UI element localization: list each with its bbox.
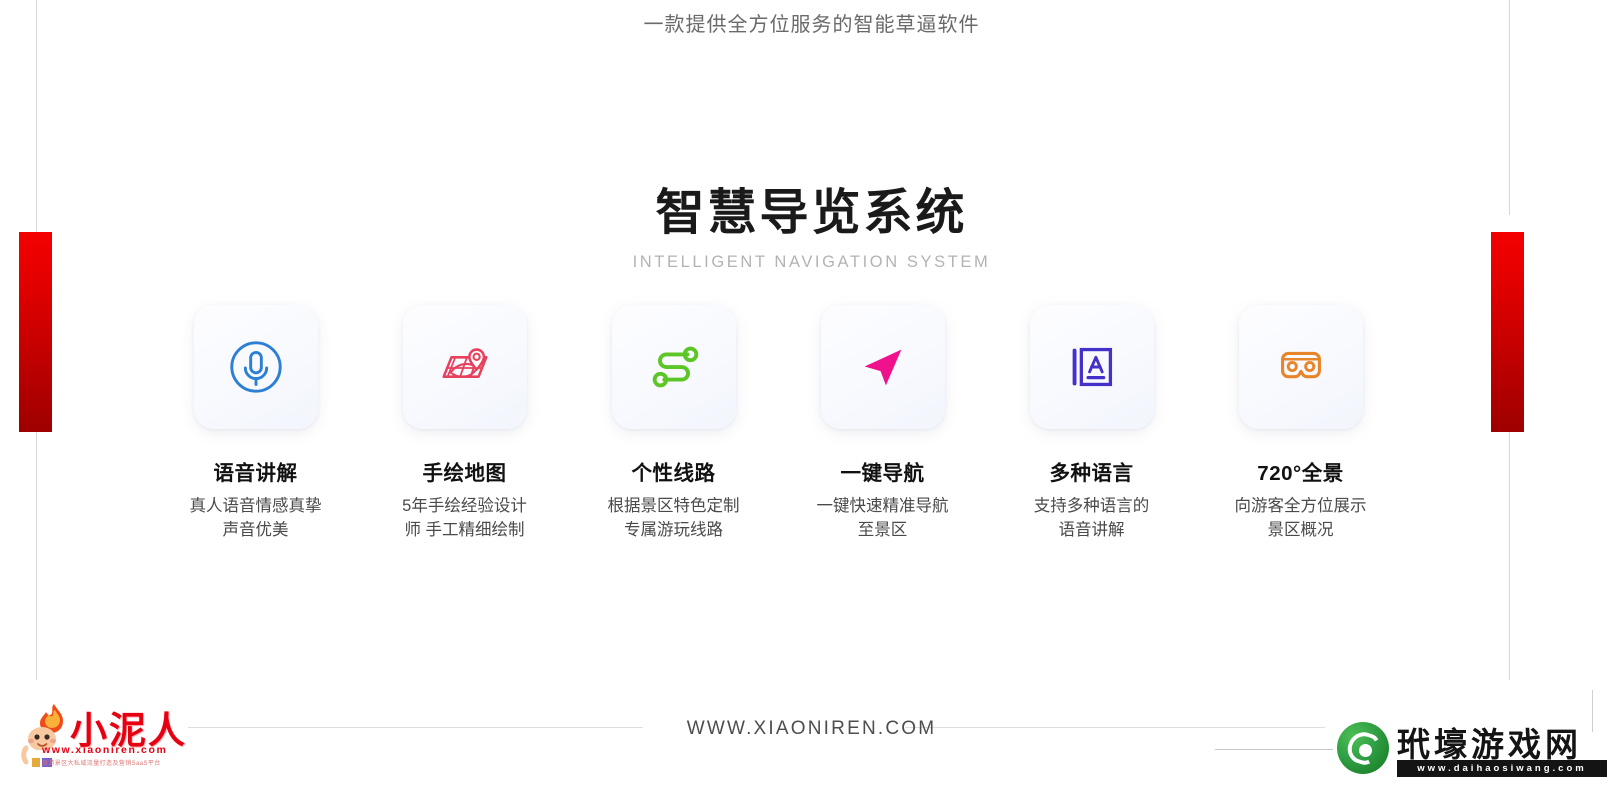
page-subtitle: INTELLIGENT NAVIGATION SYSTEM [632,253,991,272]
icon-card[interactable] [611,305,736,429]
microphone-icon [229,341,282,393]
feature-title: 手绘地图 [422,462,507,485]
feature-item-hand-drawn-map[interactable]: 手绘地图 5年手绘经验设计 师 手工精细绘制 [382,305,547,543]
daihaosiwang-logo-url: www.daihaosiwang.com [1397,760,1607,777]
feature-item-multi-language[interactable]: 多种语言 支持多种语言的 语音讲解 [1009,305,1174,543]
hand-drawn-map-icon [441,348,488,378]
daihaosiwang-logo[interactable]: 玳壕游戏网 www.daihaosiwang.com [1333,712,1611,786]
feature-title: 一键导航 [840,462,925,485]
feature-title: 多种语言 [1049,462,1134,485]
guide-rule-right-bottom [1509,430,1510,680]
feature-desc: 根据景区特色定制 专属游玩线路 [607,497,740,539]
chameleon-mark-icon [1337,722,1389,774]
page-title: 智慧导览系统 [655,186,968,240]
page-tagline: 一款提供全方位服务的智能草逼软件 [643,14,980,36]
feature-desc: 真人语音情感真挚 声音优美 [189,497,322,539]
language-book-icon [1072,347,1112,387]
icon-card[interactable] [820,305,945,429]
feature-title: 个性线路 [631,462,716,485]
feature-item-custom-route[interactable]: 个性线路 根据景区特色定制 专属游玩线路 [591,305,756,543]
icon-card[interactable] [193,305,318,429]
route-icon [652,346,698,388]
icon-card[interactable] [402,305,527,429]
feature-title: 语音讲解 [213,462,298,485]
vr-goggles-icon [1280,351,1321,379]
daihaosiwang-divider [1215,749,1333,750]
feature-desc: 支持多种语言的 语音讲解 [1033,497,1150,539]
icon-card[interactable] [1029,305,1154,429]
feature-desc: 一键快速精准导航 至景区 [816,497,949,539]
navigation-arrow-icon [864,349,901,386]
xiaoniren-logo-slogan: 旅游景区大私域流量打造及营销SaaS平台 [42,761,161,767]
feature-desc: 5年手绘经验设计 师 手工精细绘制 [402,497,527,539]
daihaosiwang-logo-name: 玳壕游戏网 [1397,725,1582,764]
heading-block: 智慧导览系统 INTELLIGENT NAVIGATION SYSTEM [0,185,1623,272]
feature-item-voice-guide[interactable]: 语音讲解 真人语音情感真挚 声音优美 [173,305,338,543]
feature-item-one-tap-navigation[interactable]: 一键导航 一键快速精准导航 至景区 [800,305,965,543]
xiaoniren-logo[interactable]: 小泥人 www.xiaoniren.com 旅游景区大私域流量打造及营销SaaS… [14,698,194,772]
feature-list: 语音讲解 真人语音情感真挚 声音优美 手绘地图 5年手绘经验设计 师 手工精细绘… [173,305,1383,543]
feature-title: 720°全景 [1257,462,1344,485]
feature-desc: 向游客全方位展示 景区概况 [1234,497,1367,539]
feature-item-panorama[interactable]: 720°全景 向游客全方位展示 景区概况 [1218,305,1383,543]
xiaoniren-logo-url: www.xiaoniren.com [42,744,168,756]
icon-card[interactable] [1238,305,1363,429]
